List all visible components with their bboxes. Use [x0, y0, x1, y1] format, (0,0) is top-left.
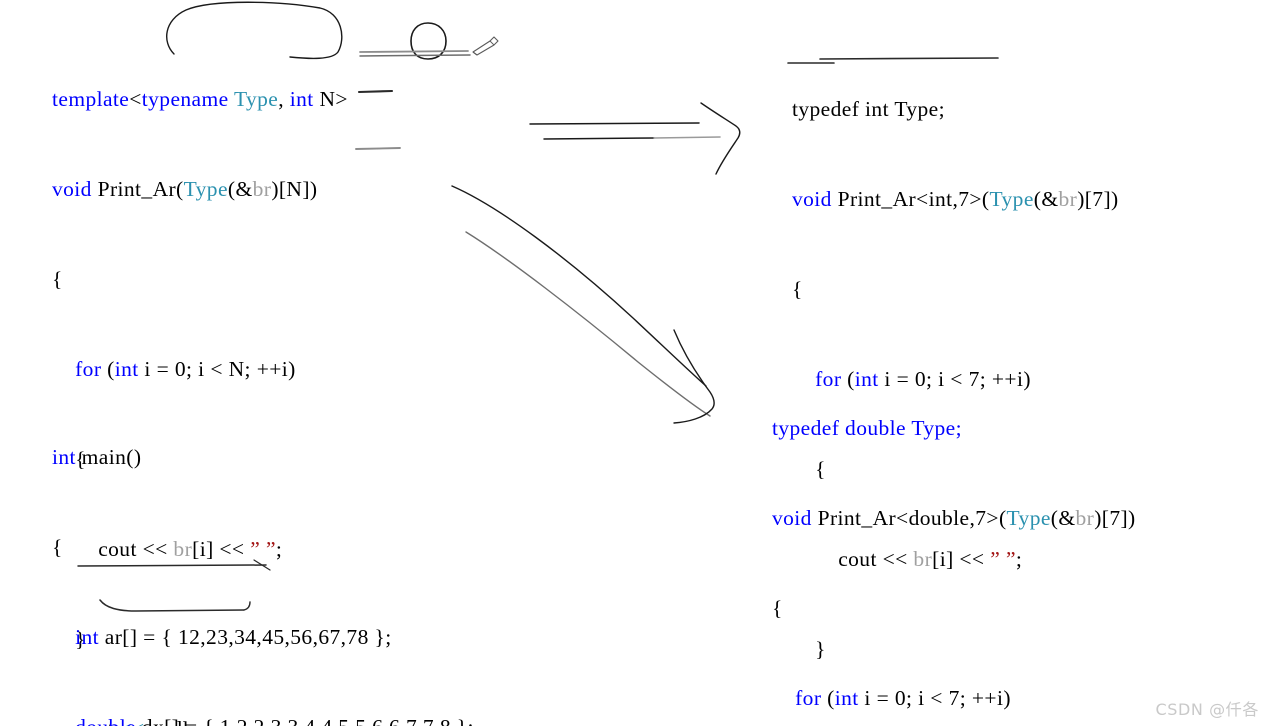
screenshot-canvas: template<typename Type, int N> void Prin…	[0, 0, 1271, 726]
ink-underline-int-n	[358, 46, 478, 62]
code-line: void Print_Ar<int,7>(Type(&br)[7])	[792, 187, 1119, 211]
code-line: double dx[] = { 1.2,2.3,3.4,4.5,5.6,6.7,…	[52, 712, 474, 726]
ink-underline-loop-n	[354, 141, 414, 155]
ink-circle-n	[406, 20, 452, 62]
code-line: int main()	[52, 445, 142, 469]
code-line: typedef int Type;	[792, 97, 945, 121]
code-line: {	[52, 535, 63, 559]
code-line: int ar[] = { 12,23,34,45,56,67,78 };	[75, 625, 392, 649]
code-line: {	[772, 596, 783, 620]
code-line: void Print_Ar<double,7>(Type(&br)[7])	[772, 506, 1136, 530]
csdn-watermark: CSDN @仟各	[1155, 700, 1259, 719]
code-block-double-instantiation: typedef double Type; void Print_Ar<doubl…	[772, 353, 1136, 726]
code-line: template<typename Type, int N>	[52, 87, 348, 111]
code-line: for (int i = 0; i < 7; ++i)	[795, 686, 1011, 710]
code-line: void Print_Ar(Type(&br)[N])	[52, 177, 318, 201]
code-line: for (int i = 0; i < N; ++i)	[75, 357, 296, 381]
ink-underline-bracket-n	[356, 86, 402, 98]
code-line: {	[52, 267, 63, 291]
code-block-main: int main() { int ar[] = { 12,23,34,45,56…	[52, 382, 474, 726]
pencil-cursor-icon	[470, 32, 504, 56]
ink-arrow-curved	[448, 178, 768, 428]
code-line: {	[792, 277, 803, 301]
ink-arrow-straight	[524, 100, 764, 190]
code-line: typedef double Type;	[772, 416, 962, 440]
